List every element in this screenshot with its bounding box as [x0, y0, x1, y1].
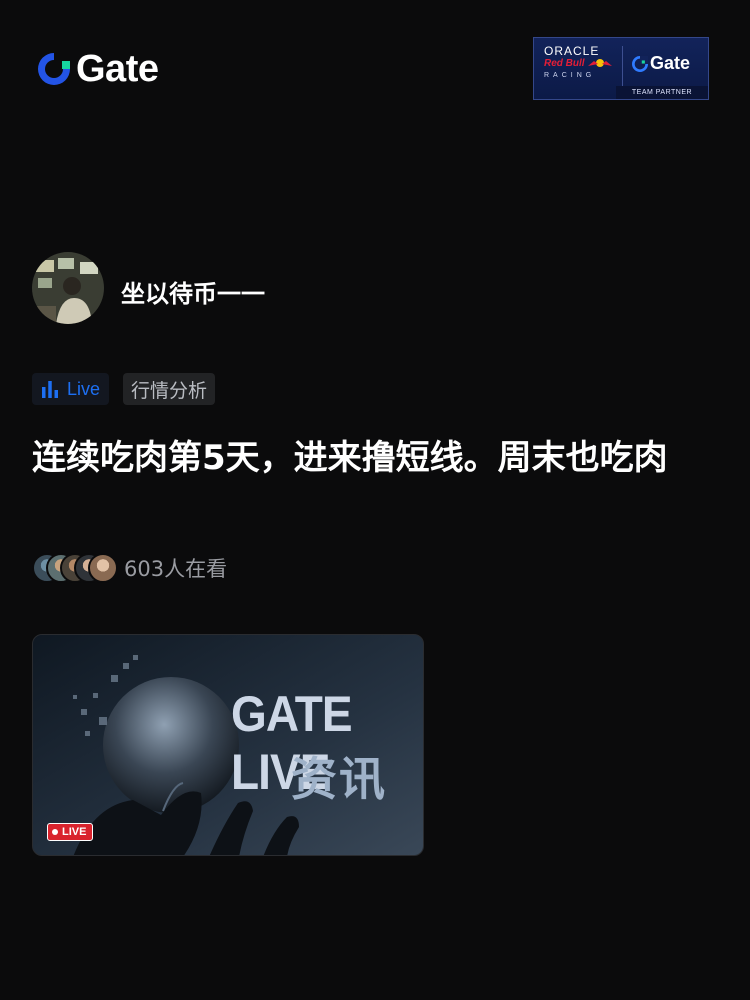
user-avatar[interactable] [32, 252, 104, 324]
viewer-avatar [88, 553, 118, 583]
gate-logo-icon [38, 53, 70, 85]
partner-gate-text: Gate [650, 53, 691, 73]
partner-oracle: ORACLE [544, 44, 600, 58]
team-partner-label: TEAM PARTNER [616, 86, 708, 99]
bar-chart-icon [42, 381, 58, 398]
gate-logo[interactable]: Gate [36, 48, 159, 90]
username[interactable]: 坐以待币一一 [121, 274, 265, 309]
live-badge-label: LIVE [62, 826, 87, 838]
avatar-image [32, 252, 104, 324]
brand-name: Gate [76, 48, 159, 90]
live-tag-label: Live [67, 378, 101, 399]
viewer-count: 603人在看 [124, 557, 228, 581]
partner-redbull: Red Bull [544, 58, 585, 69]
post-title[interactable]: 连续吃肉第5天，进来撸短线。周末也吃肉 [32, 430, 712, 486]
thumbnail-subhead: 资讯 [291, 752, 387, 806]
partner-gate-icon [632, 55, 648, 72]
viewer-avatars [32, 553, 118, 583]
partner-gate-logo: Gate [632, 53, 690, 74]
live-badge: LIVE [47, 823, 94, 841]
partner-racing: RACING [544, 72, 596, 79]
live-tag[interactable]: Live [32, 373, 110, 405]
redbull-partner-badge: ORACLE Red Bull RACING Gate TEAM PARTNER [533, 37, 709, 100]
category-tag[interactable]: 行情分析 [123, 373, 216, 405]
live-thumbnail[interactable]: GATE LIVE 资讯 LIVE [32, 634, 424, 856]
live-dot-icon [52, 829, 58, 835]
viewer-row: 603人在看 [32, 553, 227, 583]
redbull-bull-icon [588, 59, 612, 67]
partner-divider [622, 46, 623, 86]
